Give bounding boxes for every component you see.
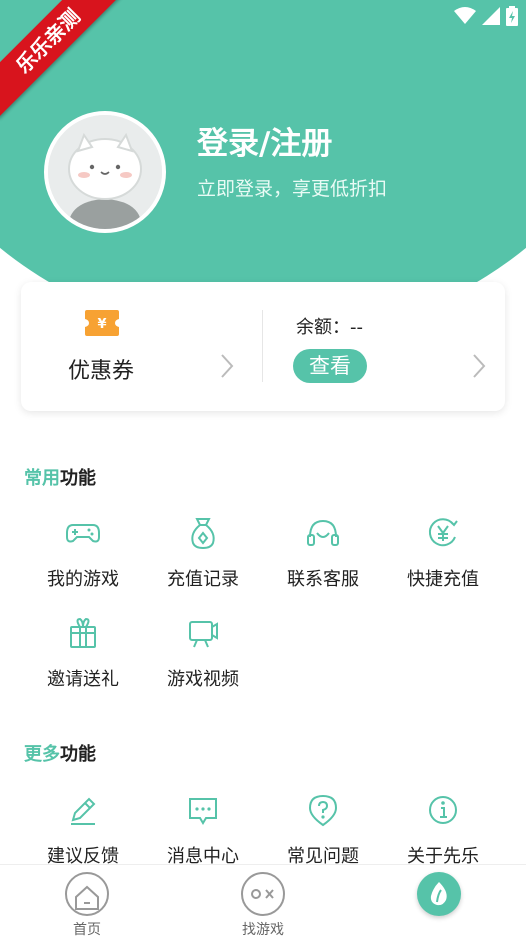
yen-coin-icon — [428, 518, 458, 547]
common-functions-title: 常用功能 — [24, 464, 96, 490]
message-icon — [189, 798, 217, 825]
balance-entry[interactable]: 余额：-- 查看 — [263, 282, 505, 411]
game-videos-button[interactable]: 游戏视频 — [143, 615, 263, 695]
login-subtitle: 立即登录，享更低折扣 — [197, 178, 388, 200]
avatar[interactable] — [44, 111, 166, 233]
quick-recharge-button[interactable]: 快捷充值 — [383, 515, 503, 595]
section-title-accent: 常用 — [24, 468, 60, 489]
wallet-card: ¥ 优惠券 余额：-- 查看 — [21, 282, 505, 411]
tab-find-games[interactable]: 找游戏 — [233, 871, 293, 936]
login-register-link[interactable]: 登录/注册 — [197, 118, 332, 163]
question-icon — [308, 794, 338, 827]
my-games-button[interactable]: 我的游戏 — [23, 515, 143, 595]
grid-item-label: 邀请送礼 — [47, 669, 119, 690]
tab-find-games-label: 找游戏 — [242, 922, 284, 936]
gift-icon — [70, 617, 96, 648]
battery-icon — [506, 6, 518, 26]
money-bag-icon — [191, 518, 215, 550]
grid-item-label: 联系客服 — [287, 569, 359, 590]
view-balance-button[interactable]: 查看 — [293, 349, 367, 383]
faq-button[interactable]: 常见问题 — [263, 792, 383, 872]
invite-gift-button[interactable]: 邀请送礼 — [23, 615, 143, 695]
grid-item-label: 我的游戏 — [47, 569, 119, 590]
mine-tab-button[interactable] — [417, 872, 461, 916]
grid-item-label: 充值记录 — [167, 569, 239, 590]
section-title-accent: 更多 — [24, 744, 60, 765]
coupon-ticket-icon: ¥ — [85, 310, 119, 336]
feedback-button[interactable]: 建议反馈 — [23, 792, 143, 872]
wifi-icon — [454, 7, 476, 24]
leaf-drop-icon — [430, 882, 447, 906]
controller-icon — [241, 872, 285, 916]
coupon-entry[interactable]: ¥ 优惠券 — [21, 282, 262, 411]
tab-home-label: 首页 — [73, 922, 101, 936]
gamepad-icon — [66, 524, 100, 543]
recharge-records-button[interactable]: 充值记录 — [143, 515, 263, 595]
section-title-rest: 功能 — [60, 744, 96, 765]
grid-item-label: 游戏视频 — [167, 669, 239, 690]
balance-label: 余额：-- — [296, 317, 363, 338]
chevron-right-icon — [473, 354, 486, 378]
section-title-rest: 功能 — [60, 468, 96, 489]
pencil-icon — [71, 797, 96, 825]
chevron-right-icon — [221, 354, 234, 378]
svg-text:¥: ¥ — [97, 317, 106, 332]
signal-icon — [482, 7, 500, 25]
about-button[interactable]: 关于先乐 — [383, 792, 503, 872]
message-center-button[interactable]: 消息中心 — [143, 792, 263, 872]
more-functions-title: 更多功能 — [24, 740, 96, 766]
status-bar — [454, 6, 518, 26]
tab-home[interactable]: 首页 — [57, 871, 117, 936]
default-avatar-icon — [48, 115, 162, 229]
home-icon — [65, 872, 109, 916]
info-icon — [429, 796, 457, 824]
video-icon — [189, 621, 218, 648]
contact-support-button[interactable]: 联系客服 — [263, 515, 383, 595]
coupon-label: 优惠券 — [68, 359, 135, 384]
headset-icon — [307, 519, 339, 546]
grid-item-label: 快捷充值 — [407, 569, 479, 590]
